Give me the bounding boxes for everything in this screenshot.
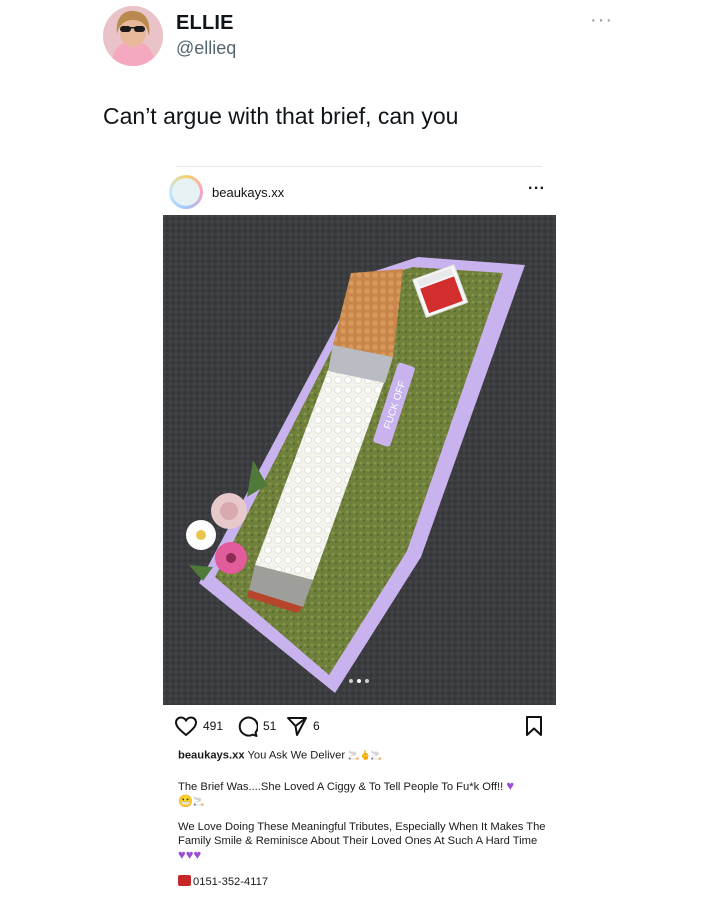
- divider: [176, 166, 542, 167]
- caption-line-1: beaukays.xx You Ask We Deliver 🚬🖕🚬: [178, 749, 382, 763]
- carousel-dot-active: [357, 679, 361, 683]
- save-button[interactable]: [525, 715, 543, 737]
- carousel-dot: [365, 679, 369, 683]
- ig-avatar-inner: [172, 178, 200, 206]
- ig-username[interactable]: beaukays.xx: [212, 185, 284, 200]
- caption-paragraph-2: The Brief Was....She Loved A Ciggy & To …: [178, 779, 548, 809]
- caption-username[interactable]: beaukays.xx: [178, 750, 245, 762]
- phone-number[interactable]: 0151-352-4117: [193, 876, 268, 888]
- send-icon: [287, 717, 307, 736]
- more-options-icon[interactable]: ···: [590, 10, 613, 30]
- avatar[interactable]: [103, 6, 163, 66]
- caption-tribute-text: We Love Doing These Meaningful Tributes,…: [178, 821, 546, 847]
- share-count: 6: [313, 719, 320, 733]
- ig-avatar[interactable]: [169, 175, 203, 209]
- ig-more-options-icon[interactable]: ···: [528, 180, 545, 198]
- carousel-dot: [349, 679, 353, 683]
- caption-phone-line: 0151-352-4117: [178, 875, 268, 890]
- like-count: 491: [203, 719, 224, 733]
- cigarette-emoji: 🚬: [348, 750, 360, 760]
- like-button[interactable]: 491: [174, 715, 223, 737]
- cigarette-emoji: 🚬: [370, 750, 382, 760]
- display-name[interactable]: ELLIE: [176, 12, 234, 35]
- comment-button[interactable]: 51: [236, 715, 276, 737]
- wreath-photo-illustration: FUCK OFF: [163, 215, 556, 705]
- telephone-icon: [178, 875, 191, 886]
- middle-finger-emoji: 🖕: [359, 750, 371, 760]
- tweet-text: Can’t argue with that brief, can you: [103, 103, 459, 129]
- cigarette-emoji: 🚬: [192, 795, 205, 806]
- purple-heart-icon: ♥: [506, 778, 515, 793]
- comment-icon: [238, 716, 258, 737]
- bookmark-icon: [526, 716, 542, 736]
- user-handle[interactable]: @ellieq: [176, 38, 236, 59]
- post-photo[interactable]: FUCK OFF: [163, 215, 556, 705]
- heart-icon: [174, 716, 198, 737]
- comment-count: 51: [263, 719, 277, 733]
- caption-paragraph-3: We Love Doing These Meaningful Tributes,…: [178, 821, 548, 864]
- share-button[interactable]: 6: [286, 715, 320, 737]
- caption-brief-text: The Brief Was....She Loved A Ciggy & To …: [178, 781, 504, 793]
- smirk-emoji: 😬: [178, 793, 193, 808]
- avatar-photo: [103, 6, 163, 66]
- ig-action-bar: 491 51 6: [170, 715, 550, 743]
- caption-text: You Ask We Deliver: [247, 749, 346, 762]
- purple-heart-icon: ♥♥♥: [178, 847, 202, 862]
